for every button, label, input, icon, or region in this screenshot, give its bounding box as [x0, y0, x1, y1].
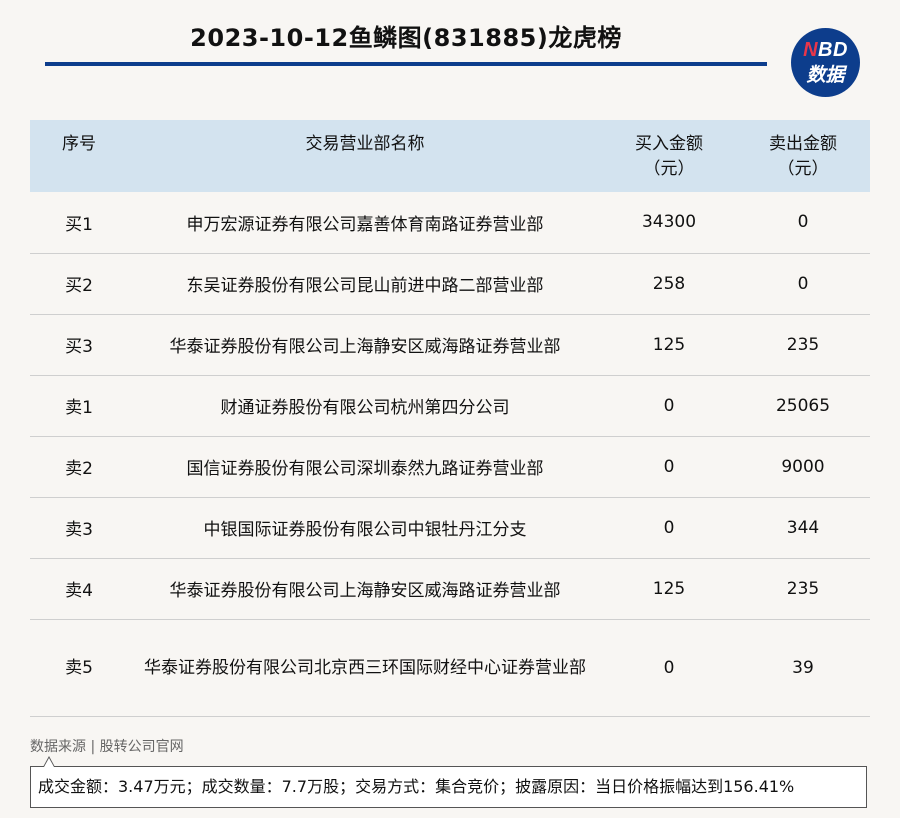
- sell-amount: 344: [736, 497, 870, 559]
- buy-amount: 258: [602, 253, 736, 315]
- branch-name: 财通证券股份有限公司杭州第四分公司: [128, 375, 602, 437]
- table-row: 买3 华泰证券股份有限公司上海静安区威海路证券营业部 125 235: [30, 314, 870, 376]
- row-index: 买3: [30, 314, 128, 376]
- row-index: 卖2: [30, 436, 128, 498]
- table-row: 买2 东吴证券股份有限公司昆山前进中路二部营业部 258 0: [30, 253, 870, 315]
- column-header-index: 序号: [30, 120, 128, 192]
- buy-amount: 0: [602, 497, 736, 559]
- logo-letter-n: N: [803, 39, 819, 61]
- row-index: 卖5: [30, 619, 128, 717]
- branch-name: 华泰证券股份有限公司上海静安区威海路证券营业部: [128, 558, 602, 620]
- column-header-buy: 买入金额 （元）: [602, 120, 736, 192]
- callout-pointer: [43, 756, 55, 767]
- branch-name: 中银国际证券股份有限公司中银牡丹江分支: [128, 497, 602, 559]
- table-row: 卖1 财通证券股份有限公司杭州第四分公司 0 25065: [30, 375, 870, 437]
- branch-name: 申万宏源证券有限公司嘉善体育南路证券营业部: [128, 192, 602, 254]
- data-source: 数据来源 | 股转公司官网: [30, 739, 184, 755]
- branch-name: 华泰证券股份有限公司北京西三环国际财经中心证券营业部: [128, 619, 602, 717]
- row-index: 买1: [30, 192, 128, 254]
- buy-amount: 125: [602, 314, 736, 376]
- sell-amount: 9000: [736, 436, 870, 498]
- sell-amount: 235: [736, 314, 870, 376]
- row-index: 卖4: [30, 558, 128, 620]
- row-index: 卖1: [30, 375, 128, 437]
- sell-amount: 235: [736, 558, 870, 620]
- logo-text-data: 数据: [806, 65, 845, 86]
- table-header-row: 序号 交易营业部名称 买入金额 （元） 卖出金额 （元）: [30, 120, 870, 192]
- buy-amount: 125: [602, 558, 736, 620]
- row-index: 买2: [30, 253, 128, 315]
- branch-name: 华泰证券股份有限公司上海静安区威海路证券营业部: [128, 314, 602, 376]
- sell-amount: 0: [736, 253, 870, 315]
- column-header-branch: 交易营业部名称: [128, 120, 602, 192]
- page-title: 2023-10-12鱼鳞图(831885)龙虎榜: [190, 24, 622, 52]
- buy-amount: 0: [602, 619, 736, 717]
- dragon-tiger-table: 序号 交易营业部名称 买入金额 （元） 卖出金额 （元） 买1 申万宏源证券有限公司…: [30, 120, 870, 717]
- table-row: 卖5 华泰证券股份有限公司北京西三环国际财经中心证券营业部 0 39: [30, 619, 870, 717]
- table-row: 卖3 中银国际证券股份有限公司中银牡丹江分支 0 344: [30, 497, 870, 559]
- trade-summary-text: 成交金额：3.47万元；成交数量：7.7万股；交易方式：集合竞价；披露原因：当日…: [38, 777, 795, 796]
- logo-letters-bd: BD: [818, 39, 848, 61]
- table-row: 卖2 国信证券股份有限公司深圳泰然九路证券营业部 0 9000: [30, 436, 870, 498]
- column-header-sell: 卖出金额 （元）: [736, 120, 870, 192]
- trade-summary-box: 成交金额：3.47万元；成交数量：7.7万股；交易方式：集合竞价；披露原因：当日…: [30, 756, 867, 808]
- buy-amount: 34300: [602, 192, 736, 254]
- sell-amount: 0: [736, 192, 870, 254]
- table-row: 买1 申万宏源证券有限公司嘉善体育南路证券营业部 34300 0: [30, 192, 870, 254]
- buy-amount: 0: [602, 375, 736, 437]
- buy-amount: 0: [602, 436, 736, 498]
- table-row: 卖4 华泰证券股份有限公司上海静安区威海路证券营业部 125 235: [30, 558, 870, 620]
- branch-name: 东吴证券股份有限公司昆山前进中路二部营业部: [128, 253, 602, 315]
- nbd-logo: NBD 数据: [791, 28, 860, 97]
- branch-name: 国信证券股份有限公司深圳泰然九路证券营业部: [128, 436, 602, 498]
- sell-amount: 25065: [736, 375, 870, 437]
- title-underline: [45, 62, 767, 66]
- row-index: 卖3: [30, 497, 128, 559]
- sell-amount: 39: [736, 619, 870, 717]
